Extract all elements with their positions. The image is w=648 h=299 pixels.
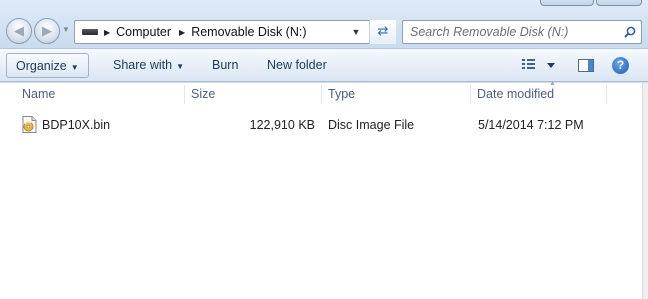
drive-icon: [82, 29, 98, 35]
chevron-down-icon: ▼: [70, 63, 79, 72]
file-list: Name Size Type Date modified ▲ BDP10X.bi…: [0, 80, 648, 299]
file-date-modified: 5/14/2014 7:12 PM: [478, 118, 584, 132]
share-with-label: Share with: [113, 58, 173, 72]
forward-arrow-icon: ▶: [42, 23, 52, 38]
column-header-name[interactable]: Name: [16, 83, 184, 106]
share-with-button[interactable]: Share with ▼: [104, 53, 193, 78]
organize-label: Organize: [16, 59, 67, 73]
command-bar: Organize ▼ Share with ▼ Burn New folder ?: [0, 48, 648, 82]
search-box[interactable]: Search Removable Disk (N:): [402, 20, 642, 44]
file-row[interactable]: BDP10X.bin 122,910 KB Disc Image File 5/…: [0, 115, 648, 135]
forward-button[interactable]: ▶: [34, 18, 60, 44]
file-type: Disc Image File: [328, 118, 415, 132]
change-view-button[interactable]: [520, 58, 560, 75]
back-button[interactable]: ◀: [6, 18, 32, 44]
minimize-button[interactable]: [540, 0, 594, 6]
search-input[interactable]: Search Removable Disk (N:): [410, 25, 568, 39]
new-folder-label: New folder: [267, 58, 327, 72]
column-header-type[interactable]: Type: [322, 83, 470, 106]
search-icon[interactable]: [624, 26, 636, 38]
organize-button[interactable]: Organize ▼: [6, 53, 89, 78]
column-header-size[interactable]: Size: [185, 83, 321, 106]
burn-button[interactable]: Burn: [203, 53, 247, 78]
column-header-date-modified[interactable]: Date modified: [471, 83, 606, 106]
window-border-right: [642, 83, 648, 299]
burn-label: Burn: [212, 58, 239, 72]
breadcrumb-arrow-icon[interactable]: ▶: [179, 28, 185, 37]
sort-indicator-icon: ▲: [549, 80, 556, 87]
breadcrumb-arrow-icon[interactable]: ▶: [104, 28, 110, 37]
help-icon[interactable]: ?: [612, 57, 629, 74]
breadcrumb-computer[interactable]: Computer: [116, 25, 171, 39]
address-bar[interactable]: ▶ Computer ▶ Removable Disk (N:) ▼: [74, 20, 396, 44]
address-dropdown-icon[interactable]: ▼: [345, 21, 367, 43]
new-folder-button[interactable]: New folder: [258, 53, 336, 78]
disc-image-file-icon: [22, 116, 37, 133]
close-button[interactable]: [596, 0, 642, 6]
chevron-down-icon: ▼: [176, 62, 184, 71]
breadcrumb-removable-disk[interactable]: Removable Disk (N:): [191, 25, 306, 39]
column-headers: Name Size Type Date modified ▲: [0, 80, 648, 106]
refresh-icon: ⇄: [377, 23, 389, 38]
recent-pages-dropdown-icon[interactable]: ▼: [62, 25, 70, 34]
file-name: BDP10X.bin: [42, 118, 111, 132]
column-divider[interactable]: [606, 85, 607, 104]
back-arrow-icon: ◀: [14, 23, 24, 38]
preview-pane-icon[interactable]: [578, 59, 594, 72]
title-address-area: ◀ ▶ ▼ ▶ Computer ▶ Removable Disk (N:) ▼…: [0, 0, 648, 48]
refresh-button[interactable]: ⇄: [369, 20, 396, 44]
details-view-icon: [522, 59, 555, 69]
file-size: 122,910 KB: [249, 118, 315, 132]
navigation-buttons: ◀ ▶: [6, 18, 64, 44]
